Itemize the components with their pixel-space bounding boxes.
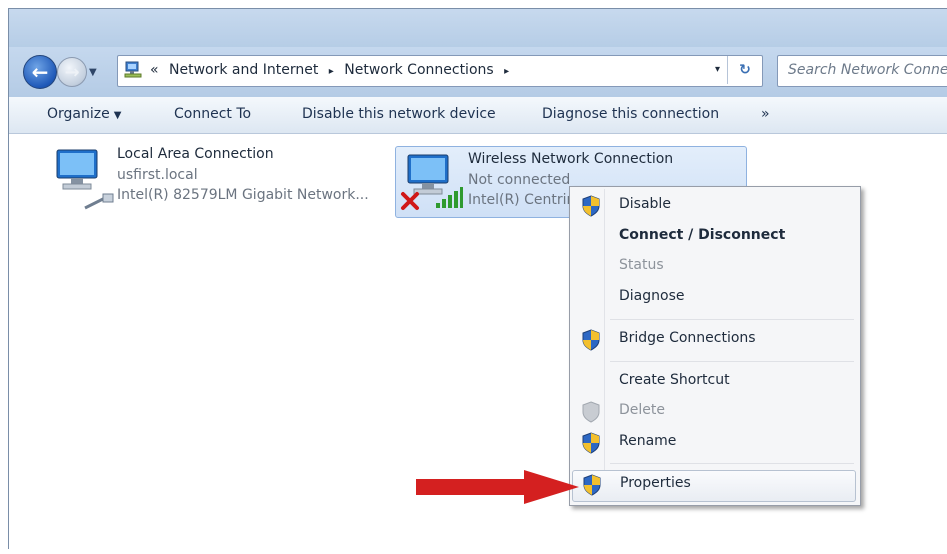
menu-item-label: Bridge Connections xyxy=(619,330,756,346)
forward-icon: → xyxy=(64,61,80,83)
uac-shield-icon xyxy=(582,329,600,351)
menu-item-bridge-connections[interactable]: Bridge Connections xyxy=(572,326,856,354)
forward-button[interactable]: → xyxy=(57,57,87,87)
navigation-bar: ← → ▼ « Network and Internet ▸ Network C… xyxy=(9,47,947,97)
menu-item-disable[interactable]: Disable xyxy=(572,192,856,220)
computer-icon xyxy=(56,149,98,190)
menu-item-connect-disconnect[interactable]: Connect / Disconnect xyxy=(572,223,856,251)
uac-shield-icon xyxy=(583,474,601,496)
network-folder-icon xyxy=(124,61,142,78)
breadcrumb-separator-icon[interactable]: ▸ xyxy=(329,66,334,77)
menu-separator xyxy=(610,463,854,464)
ethernet-icon xyxy=(84,193,114,210)
context-menu: Disable Connect / Disconnect Status Diag… xyxy=(569,186,861,506)
refresh-button[interactable]: ↻ xyxy=(727,56,762,84)
menu-item-label: Rename xyxy=(619,433,677,449)
connection-status: Not connected xyxy=(468,172,571,188)
history-dropdown-icon[interactable]: ▼ xyxy=(89,67,97,78)
uac-shield-icon xyxy=(582,195,600,217)
menu-item-label: Status xyxy=(619,257,664,273)
menu-item-rename[interactable]: Rename xyxy=(572,429,856,457)
more-commands-button[interactable]: » xyxy=(761,106,770,122)
connection-device: Intel(R) 82579LM Gigabit Network... xyxy=(117,187,369,203)
diagnose-button[interactable]: Diagnose this connection xyxy=(542,106,719,122)
organize-button[interactable]: Organize ▼ xyxy=(47,106,121,122)
back-button[interactable]: ← xyxy=(23,55,57,89)
menu-item-create-shortcut[interactable]: Create Shortcut xyxy=(572,368,856,396)
menu-item-label: Delete xyxy=(619,402,665,418)
refresh-icon: ↻ xyxy=(739,62,751,78)
uac-shield-icon xyxy=(582,401,600,423)
connect-to-button[interactable]: Connect To xyxy=(174,106,251,122)
red-x-icon xyxy=(401,192,419,210)
search-input[interactable]: Search Network Connections xyxy=(777,55,947,87)
menu-item-label: Disable xyxy=(619,196,671,212)
breadcrumb-separator-icon[interactable]: ▸ xyxy=(504,66,509,77)
connection-name: Wireless Network Connection xyxy=(468,151,674,167)
breadcrumb-network-connections[interactable]: Network Connections xyxy=(344,62,493,78)
connection-item-local-area[interactable]: Local Area Connection usfirst.local Inte… xyxy=(45,142,395,212)
connection-name: Local Area Connection xyxy=(117,146,274,162)
menu-item-label: Diagnose xyxy=(619,288,685,304)
back-icon: ← xyxy=(31,60,49,84)
search-placeholder: Search Network Connections xyxy=(788,62,947,78)
organize-label: Organize xyxy=(47,106,110,122)
red-arrow-icon xyxy=(416,470,579,504)
menu-separator xyxy=(610,319,854,320)
menu-item-properties[interactable]: Properties xyxy=(572,470,856,502)
menu-item-label: Properties xyxy=(620,475,691,491)
chevron-down-icon: ▼ xyxy=(113,110,122,121)
menu-item-label: Connect / Disconnect xyxy=(619,227,786,243)
connection-status: usfirst.local xyxy=(117,167,198,183)
disable-device-button[interactable]: Disable this network device xyxy=(302,106,496,122)
title-bar xyxy=(9,9,947,47)
command-bar: Organize ▼ Connect To Disable this networ… xyxy=(9,97,947,134)
menu-item-delete: Delete xyxy=(572,398,856,426)
breadcrumb-network-and-internet[interactable]: Network and Internet xyxy=(169,62,318,78)
menu-separator xyxy=(610,361,854,362)
menu-item-status: Status xyxy=(572,253,856,281)
address-overflow[interactable]: « xyxy=(150,62,159,78)
menu-item-label: Create Shortcut xyxy=(619,372,730,388)
menu-item-diagnose[interactable]: Diagnose xyxy=(572,284,856,312)
signal-bars-icon xyxy=(436,187,463,208)
address-dropdown-icon[interactable]: ▾ xyxy=(715,64,720,75)
address-bar[interactable]: « Network and Internet ▸ Network Connect… xyxy=(117,55,763,87)
uac-shield-icon xyxy=(582,432,600,454)
